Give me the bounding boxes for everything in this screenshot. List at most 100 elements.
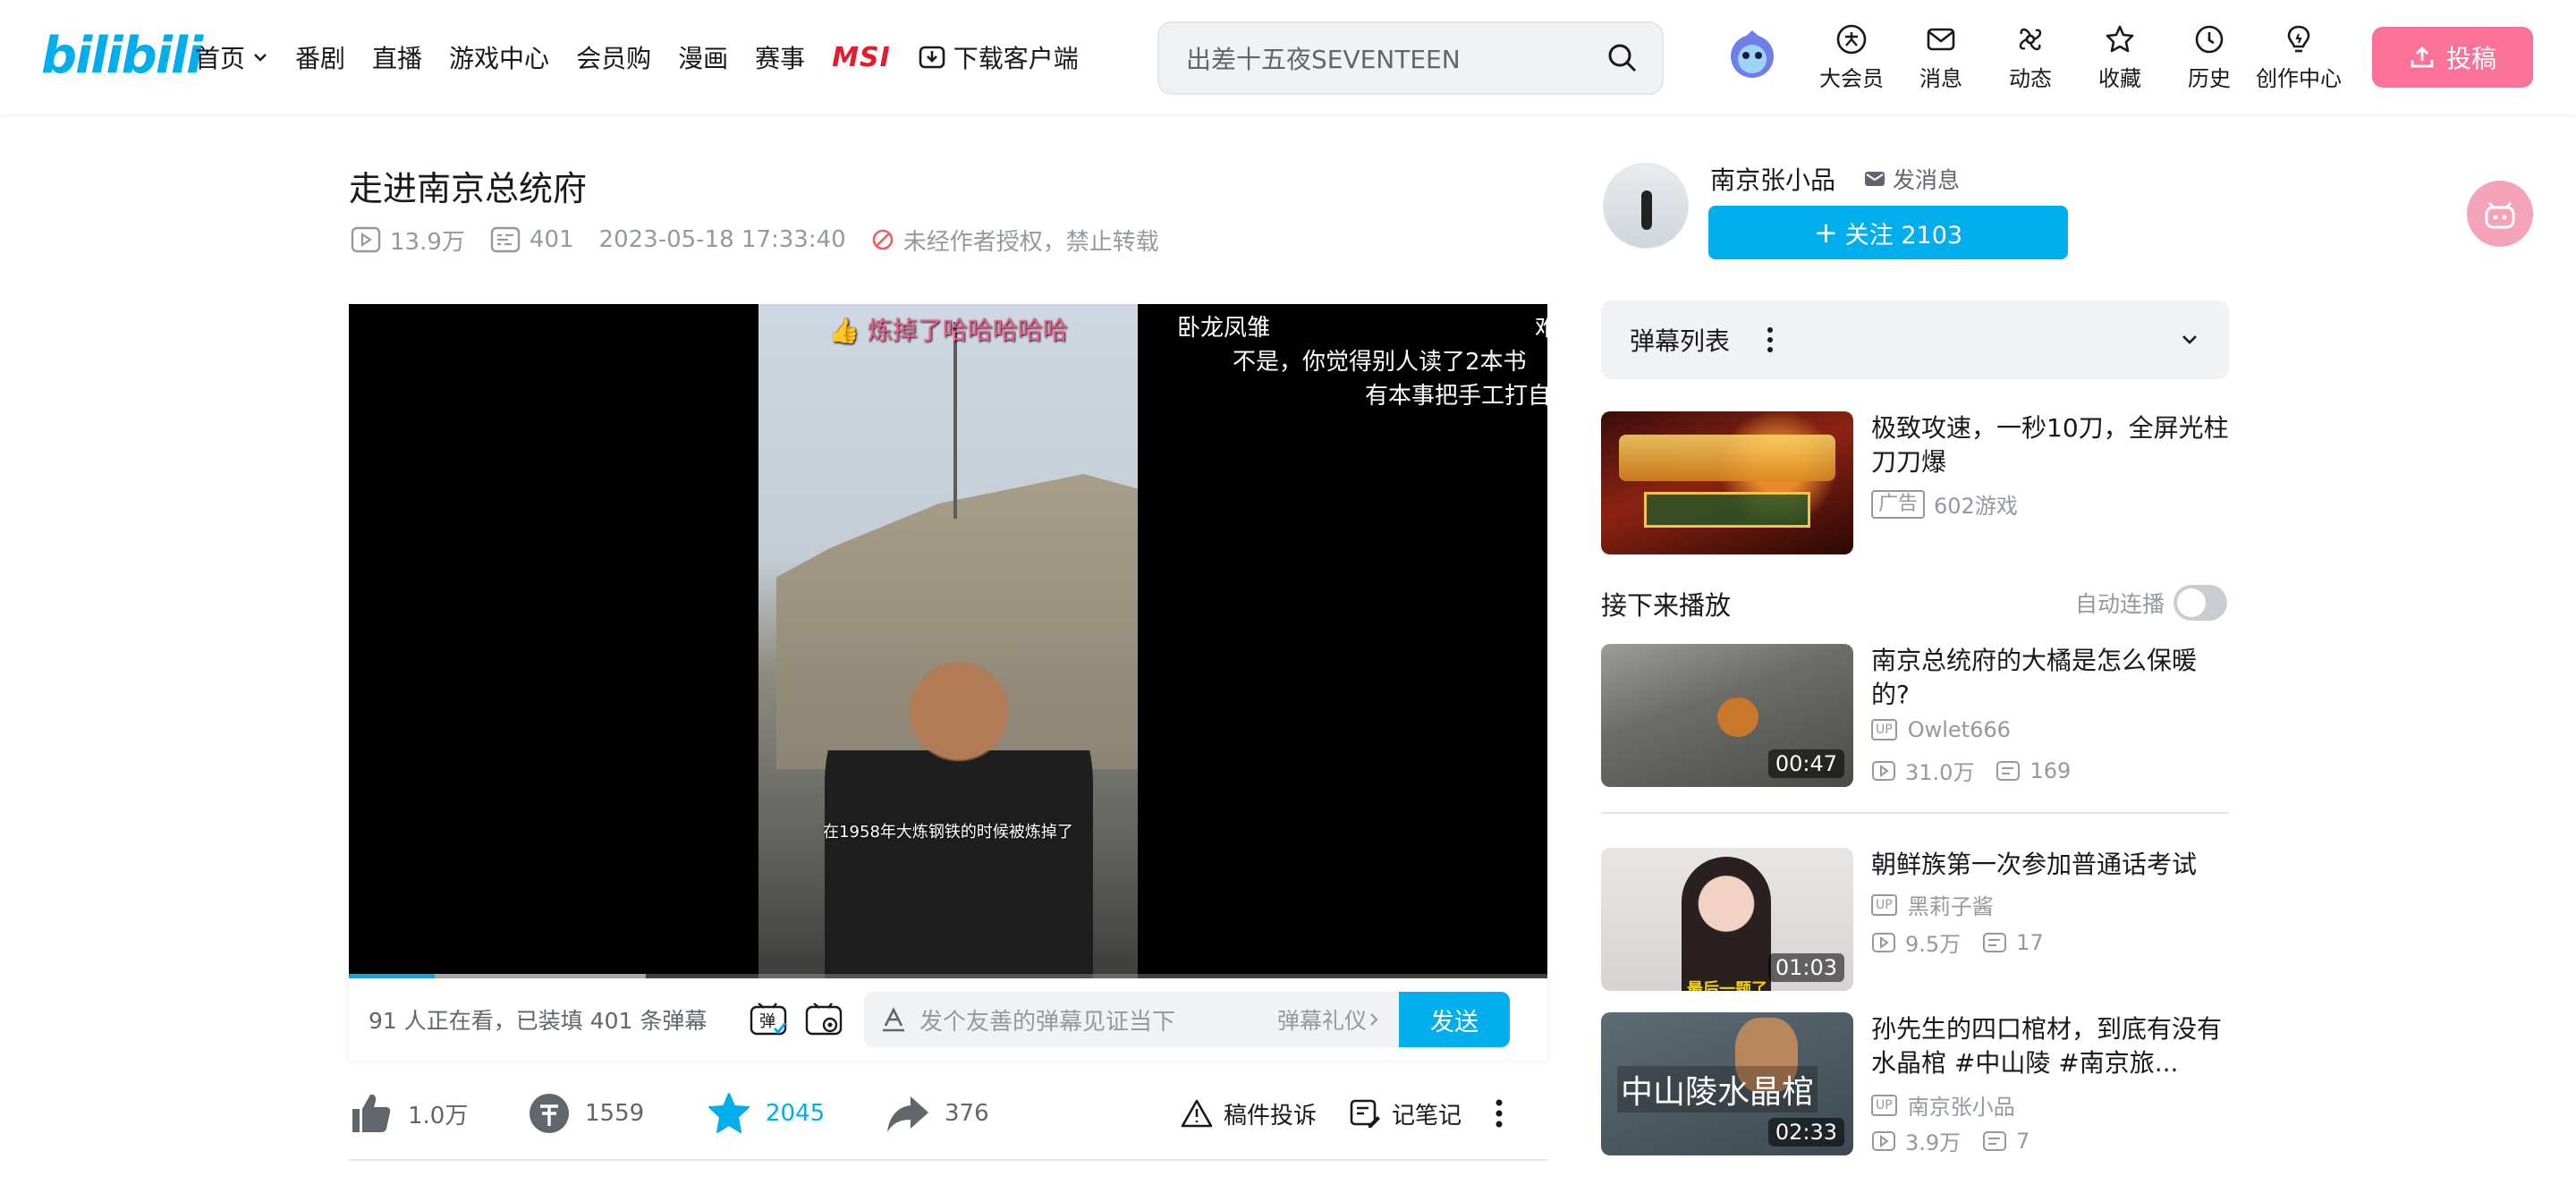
video-stats: 3.9万 7	[1871, 1125, 2051, 1156]
danmaku-line: 卧龙凤雏	[1177, 315, 1271, 342]
danmaku-send-bar: 91 人正在看，已装填 401 条弹幕 弹 发个友善的弹幕见证当下 弹幕礼仪 发…	[349, 978, 1547, 1061]
video-uploader[interactable]: UP 南京张小品	[1871, 1089, 2015, 1121]
search-input[interactable]: 出差十五夜SEVENTEEN	[1186, 40, 1606, 76]
video-uploader[interactable]: UP Owlet666	[1871, 717, 2011, 742]
video-uploader[interactable]: UP 黑莉子酱	[1871, 889, 1994, 920]
more-vertical-icon[interactable]	[1766, 325, 1775, 355]
search-box[interactable]: 出差十五夜SEVENTEEN	[1157, 21, 1664, 95]
nav-live[interactable]: 直播	[372, 39, 422, 75]
follow-button[interactable]: + 关注 2103	[1708, 206, 2068, 259]
danmaku-send-button[interactable]: 发送	[1399, 992, 1510, 1047]
thumbs-up-icon	[352, 1094, 391, 1132]
download-client-link[interactable]: 下载客户端	[918, 39, 1079, 75]
play-count-icon	[1872, 760, 1895, 781]
danmaku-input[interactable]: 发个友善的弹幕见证当下	[919, 1003, 1277, 1036]
ad-card[interactable]: 极致攻速，一秒10刀，全屏光柱刀刀爆 广告 602游戏	[1601, 411, 2229, 554]
video-title[interactable]: 孙先生的四口棺材，到底有没有水晶棺 #中山陵 #南京旅...	[1871, 1012, 2229, 1080]
nav-game-center[interactable]: 游戏中心	[449, 39, 549, 75]
danmaku-stat: 17	[1982, 930, 2044, 955]
send-message-link[interactable]: 发消息	[1864, 163, 1960, 195]
floating-helper-button[interactable]	[2467, 181, 2533, 247]
danmaku-count: 401	[490, 226, 574, 253]
nav-manga[interactable]: 漫画	[678, 39, 728, 75]
font-style-icon[interactable]	[880, 1006, 907, 1033]
main-nav: 首页 番剧 直播 游戏中心 会员购 漫画 赛事 MSI 下载客户端	[195, 0, 1106, 114]
clock-icon	[2195, 25, 2224, 53]
danmaku-count-value: 401	[529, 226, 574, 253]
chevron-down-icon	[254, 54, 267, 62]
search-icon[interactable]	[1606, 42, 1639, 74]
autoplay-toggle[interactable]: 自动连播	[2075, 585, 2228, 621]
bilibili-logo[interactable]: bilibili	[41, 27, 203, 85]
uploader-avatar[interactable]	[1603, 163, 1689, 249]
msi-event-logo[interactable]: MSI	[832, 42, 891, 73]
like-button[interactable]: 1.0万	[349, 1091, 528, 1136]
video-player[interactable]: 在1958年大炼钢铁的时候被炼掉了 👍 炼掉了哈哈哈哈哈 卧龙凤雏 不是，你觉得…	[349, 304, 1547, 978]
danmaku-stat: 169	[1996, 758, 2071, 783]
uploader-name: 南京张小品	[1907, 1095, 2015, 1120]
play-count-icon	[1872, 932, 1895, 952]
danmaku-input-box[interactable]: 发个友善的弹幕见证当下 弹幕礼仪 发送	[864, 992, 1510, 1047]
video-thumbnail[interactable]: 00:47	[1601, 644, 1853, 787]
favorite-star-icon	[708, 1093, 750, 1133]
nav-messages-label: 消息	[1919, 65, 1962, 91]
uploader-name[interactable]: 南京张小品	[1710, 161, 1835, 197]
video-title[interactable]: 朝鲜族第一次参加普通话考试	[1871, 848, 2229, 882]
report-button[interactable]: 稿件投诉	[1181, 1097, 1317, 1130]
danmaku-settings-icon[interactable]	[805, 1002, 844, 1037]
download-icon	[919, 46, 945, 69]
nav-anime[interactable]: 番剧	[295, 39, 345, 75]
danmaku-icon	[490, 226, 521, 253]
video-title[interactable]: 南京总统府的大橘是怎么保暖的?	[1871, 644, 2229, 712]
user-avatar[interactable]	[1724, 27, 1780, 82]
danmaku-etiquette-link[interactable]: 弹幕礼仪	[1277, 1003, 1381, 1036]
up-badge-icon: UP	[1871, 719, 1897, 740]
coin-button[interactable]: 1559	[528, 1092, 707, 1135]
view-count-value: 13.9万	[390, 228, 465, 256]
danmaku-toggle-icon[interactable]: 弹	[750, 1002, 789, 1037]
upload-button[interactable]: 投稿	[2372, 27, 2533, 88]
nav-esports[interactable]: 赛事	[755, 39, 805, 75]
nav-mall[interactable]: 会员购	[576, 39, 651, 75]
more-vertical-icon[interactable]	[1494, 1096, 1504, 1131]
nav-creator-label: 创作中心	[2256, 65, 2342, 91]
share-button[interactable]: 376	[886, 1091, 1181, 1136]
danmaku-icon	[1996, 760, 2021, 781]
ad-thumbnail[interactable]	[1601, 411, 1853, 554]
nav-dynamic[interactable]: 动态	[1986, 0, 2075, 114]
nav-favorites[interactable]: 收藏	[2075, 0, 2165, 114]
notes-button[interactable]: 记笔记	[1349, 1097, 1462, 1130]
recommended-video[interactable]: 00:47 南京总统府的大橘是怎么保暖的? UP Owlet666 31.0万 …	[1601, 644, 2229, 787]
up-badge-icon: UP	[1871, 1094, 1897, 1116]
favorite-count: 2045	[766, 1100, 826, 1127]
nav-history[interactable]: 历史	[2165, 0, 2254, 114]
thumbnail-caption: 中山陵水晶棺	[1617, 1066, 1818, 1113]
star-icon	[2106, 25, 2134, 52]
ad-title[interactable]: 极致攻速，一秒10刀，全屏光柱刀刀爆	[1871, 411, 2229, 479]
ad-banner	[1619, 435, 1835, 481]
video-thumbnail[interactable]: 最后一题了 01:03	[1601, 848, 1853, 991]
send-message-label: 发消息	[1893, 167, 1961, 193]
avatar-figure	[1641, 190, 1652, 230]
nav-home[interactable]: 首页	[195, 39, 268, 75]
flagpole	[953, 322, 957, 519]
recommended-video[interactable]: 最后一题了 01:03 朝鲜族第一次参加普通话考试 UP 黑莉子酱 9.5万 1…	[1601, 848, 2229, 991]
recommended-video[interactable]: 中山陵水晶棺 02:33 孙先生的四口棺材，到底有没有水晶棺 #中山陵 #南京旅…	[1601, 1012, 2229, 1155]
uploader-name: Owlet666	[1907, 717, 2011, 742]
autoplay-switch[interactable]	[2174, 585, 2228, 621]
ad-source-name: 602游戏	[1934, 494, 2018, 519]
favorite-button[interactable]: 2045	[707, 1091, 886, 1136]
copyright-notice: 未经作者授权，禁止转载	[871, 224, 1159, 257]
nav-messages[interactable]: 消息	[1896, 0, 1986, 114]
ad-button-graphic	[1644, 492, 1810, 528]
thumbnail-caption: 最后一题了	[1687, 980, 1767, 991]
plus-icon: +	[1813, 216, 1838, 250]
chevron-down-icon[interactable]	[2179, 329, 2200, 351]
nav-vip[interactable]: 大会员	[1807, 0, 1896, 114]
report-label: 稿件投诉	[1224, 1102, 1318, 1130]
nav-creator-center[interactable]: 创作中心	[2254, 0, 2343, 114]
danmaku-list-panel[interactable]: 弹幕列表	[1601, 300, 2229, 379]
video-thumbnail[interactable]: 中山陵水晶棺 02:33	[1601, 1012, 1853, 1155]
video-duration: 02:33	[1767, 1118, 1844, 1146]
video-toolbar: 1.0万 1559 2045 376 稿件投诉 记笔记	[349, 1084, 1547, 1143]
